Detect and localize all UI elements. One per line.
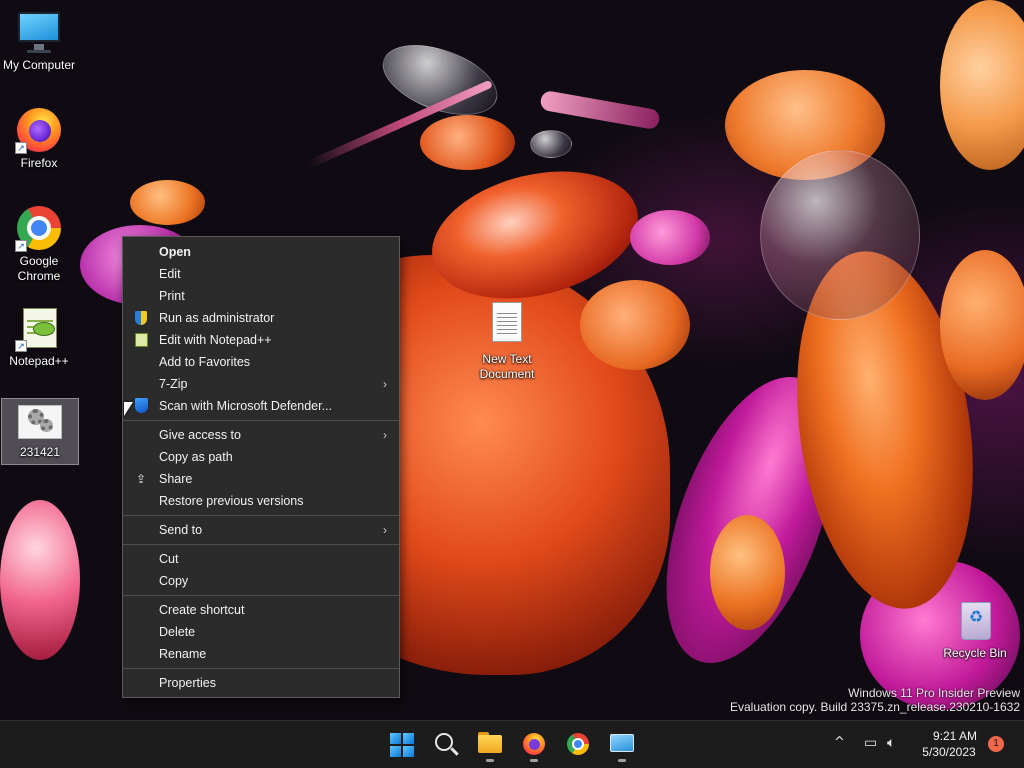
menu-item-copy[interactable]: Copy xyxy=(123,570,399,592)
desktop-icon-label: Recycle Bin xyxy=(943,646,1007,660)
desktop-icon-label: My Computer xyxy=(2,58,76,72)
desktop-icon-label: Google Chrome xyxy=(17,254,61,283)
menu-item-scan-with-defender[interactable]: Scan with Microsoft Defender... xyxy=(123,395,399,417)
context-menu: Open Edit Print Run as administrator Edi… xyxy=(122,236,400,698)
menu-item-give-access-to[interactable]: Give access to › xyxy=(123,424,399,446)
menu-item-label: Edit xyxy=(159,267,181,281)
menu-item-label: Copy as path xyxy=(159,450,233,464)
start-button[interactable] xyxy=(382,727,422,763)
chrome-icon: ↗ xyxy=(15,204,63,252)
menu-item-properties[interactable]: Properties xyxy=(123,672,399,694)
network-icon[interactable]: ▭ xyxy=(864,735,877,751)
menu-item-label: Share xyxy=(159,472,193,486)
tray-overflow-chevron-icon[interactable]: ^ xyxy=(834,735,845,750)
mouse-cursor-icon xyxy=(124,402,133,416)
running-indicator xyxy=(618,759,626,762)
taskbar-file-explorer[interactable] xyxy=(470,727,510,763)
menu-item-print[interactable]: Print xyxy=(123,285,399,307)
desktop-icon-label: Notepad++ xyxy=(9,354,69,368)
menu-item-label: Copy xyxy=(159,574,189,588)
menu-item-label: Cut xyxy=(159,552,179,566)
chevron-right-icon: › xyxy=(383,523,387,537)
notepadpp-icon: ↗ xyxy=(15,304,63,352)
menu-item-open[interactable]: Open xyxy=(123,241,399,263)
menu-separator xyxy=(123,595,399,596)
menu-item-label: Create shortcut xyxy=(159,603,245,617)
menu-item-label: Restore previous versions xyxy=(159,494,304,508)
menu-item-label: Scan with Microsoft Defender... xyxy=(159,399,332,413)
menu-item-delete[interactable]: Delete xyxy=(123,621,399,643)
desktop-icon-new-text-document[interactable]: New Text Document xyxy=(468,302,546,382)
menu-item-rename[interactable]: Rename xyxy=(123,643,399,665)
menu-item-create-shortcut[interactable]: Create shortcut xyxy=(123,599,399,621)
desktop-icon-231421[interactable]: 231421 xyxy=(1,398,79,465)
running-indicator xyxy=(486,759,494,762)
volume-icon[interactable]: 🔈︎ xyxy=(887,735,895,751)
desktop-icon-recycle-bin[interactable]: ♻ Recycle Bin xyxy=(936,596,1014,661)
control-panel-icon xyxy=(610,734,634,752)
defender-shield-icon xyxy=(135,398,148,413)
shortcut-arrow-icon: ↗ xyxy=(15,340,27,352)
menu-item-label: Print xyxy=(159,289,185,303)
recycle-bin-icon: ♻ xyxy=(951,596,999,644)
menu-separator xyxy=(123,544,399,545)
menu-item-copy-as-path[interactable]: Copy as path xyxy=(123,446,399,468)
start-icon xyxy=(390,733,414,757)
menu-item-label: Send to xyxy=(159,523,203,537)
running-indicator xyxy=(530,759,538,762)
menu-item-label: Edit with Notepad++ xyxy=(159,333,272,347)
desktop-icon-label: 231421 xyxy=(19,445,61,459)
uac-shield-icon xyxy=(135,311,147,325)
menu-item-send-to[interactable]: Send to › xyxy=(123,519,399,541)
file-explorer-icon xyxy=(478,735,502,753)
taskbar: ^ ▭ 🔈︎ 9:21 AM 5/30/2023 xyxy=(0,720,1024,768)
menu-separator xyxy=(123,668,399,669)
menu-separator xyxy=(123,515,399,516)
watermark-line-2: Evaluation copy. Build 23375.zn_release.… xyxy=(730,700,1020,714)
notification-badge[interactable]: 1 xyxy=(988,736,1004,752)
desktop-icon-google-chrome[interactable]: ↗ Google Chrome xyxy=(0,204,78,284)
clock-date[interactable]: 5/30/2023 xyxy=(918,745,980,759)
menu-item-label: Open xyxy=(159,245,191,259)
settings-file-icon xyxy=(16,403,64,443)
menu-item-label: Properties xyxy=(159,676,216,690)
taskbar-search-button[interactable] xyxy=(426,727,466,763)
menu-item-share[interactable]: ⇪ Share xyxy=(123,468,399,490)
menu-item-label: Run as administrator xyxy=(159,311,275,325)
desktop-icon-label: New Text Document xyxy=(479,352,535,381)
menu-item-cut[interactable]: Cut xyxy=(123,548,399,570)
text-document-icon xyxy=(483,302,531,350)
menu-item-restore-previous-versions[interactable]: Restore previous versions xyxy=(123,490,399,512)
menu-item-label: 7-Zip xyxy=(159,377,188,391)
monitor-icon xyxy=(15,8,63,56)
menu-item-label: Give access to xyxy=(159,428,241,442)
desktop-icon-notepadpp[interactable]: ↗ Notepad++ xyxy=(0,304,78,369)
chevron-right-icon: › xyxy=(383,428,387,442)
evaluation-watermark: Windows 11 Pro Insider Preview Evaluatio… xyxy=(730,686,1020,714)
share-icon: ⇪ xyxy=(135,472,147,486)
taskbar-control-panel[interactable] xyxy=(602,727,642,763)
shortcut-arrow-icon: ↗ xyxy=(15,142,27,154)
menu-item-label: Rename xyxy=(159,647,207,661)
clock-time[interactable]: 9:21 AM xyxy=(930,729,980,743)
chevron-right-icon: › xyxy=(383,377,387,391)
firefox-icon: ↗ xyxy=(15,106,63,154)
desktop-icon-label: Firefox xyxy=(20,156,58,170)
notepadpp-icon xyxy=(135,333,148,347)
menu-item-edit[interactable]: Edit xyxy=(123,263,399,285)
taskbar-firefox[interactable] xyxy=(514,727,554,763)
desktop-icon-my-computer[interactable]: My Computer xyxy=(0,8,78,73)
menu-item-run-as-administrator[interactable]: Run as administrator xyxy=(123,307,399,329)
watermark-line-1: Windows 11 Pro Insider Preview xyxy=(848,686,1020,700)
menu-item-edit-with-notepadpp[interactable]: Edit with Notepad++ xyxy=(123,329,399,351)
shortcut-arrow-icon: ↗ xyxy=(15,240,27,252)
desktop-icon-firefox[interactable]: ↗ Firefox xyxy=(0,106,78,171)
taskbar-chrome[interactable] xyxy=(558,727,598,763)
menu-item-7-zip[interactable]: 7-Zip › xyxy=(123,373,399,395)
menu-item-label: Delete xyxy=(159,625,196,639)
menu-item-label: Add to Favorites xyxy=(159,355,251,369)
menu-item-add-to-favorites[interactable]: Add to Favorites xyxy=(123,351,399,373)
menu-separator xyxy=(123,420,399,421)
